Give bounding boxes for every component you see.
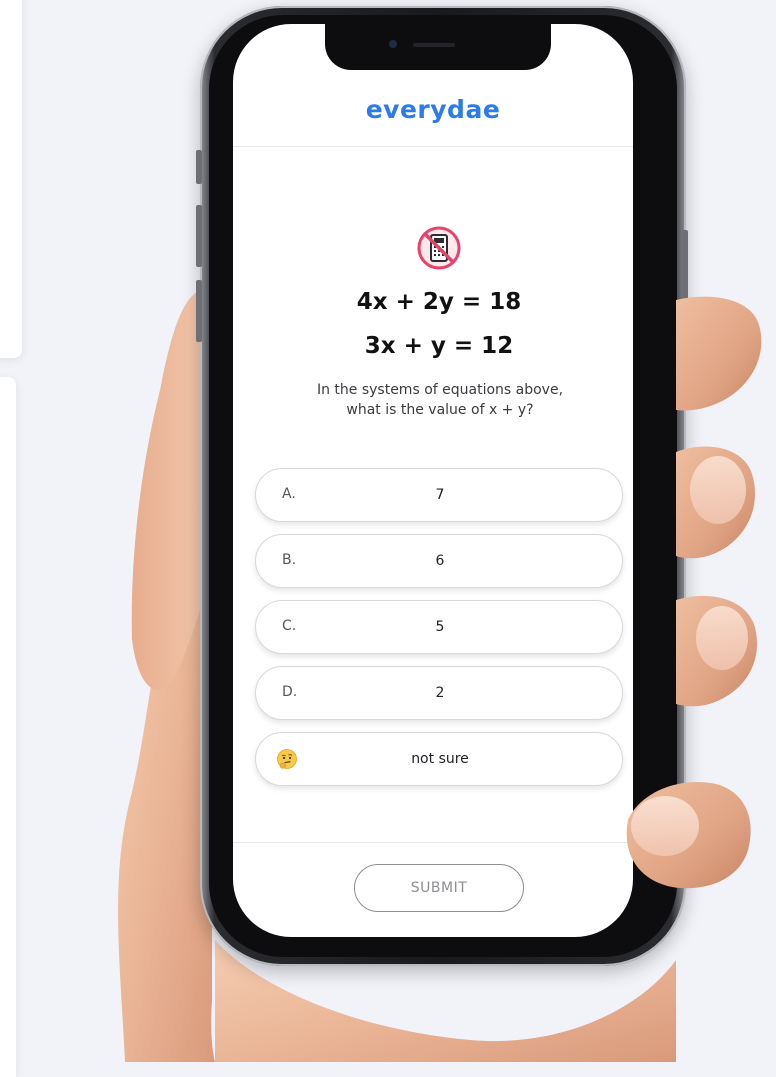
hand-fingers	[626, 296, 762, 889]
